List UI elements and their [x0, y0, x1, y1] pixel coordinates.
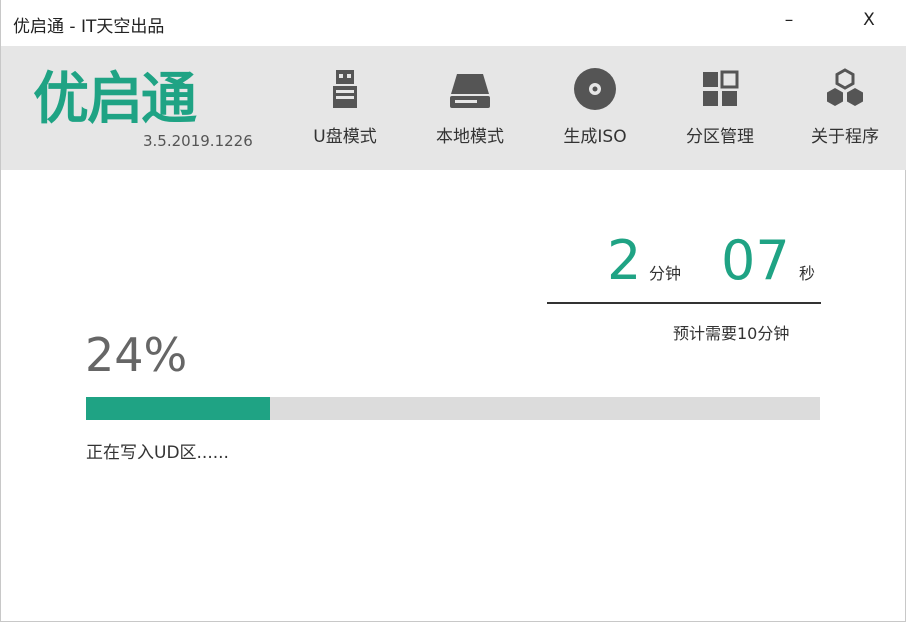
minutes-value: 2 — [607, 229, 642, 292]
window-title: 优启通 - IT天空出品 — [13, 17, 165, 37]
partition-grid-icon — [697, 66, 743, 112]
progress-bar — [86, 397, 820, 420]
nav-about-label: 关于程序 — [811, 127, 879, 147]
nav-partition-manager[interactable]: 分区管理 — [665, 56, 775, 160]
version-label: 3.5.2019.1226 — [143, 132, 253, 150]
status-text: 正在写入UD区...... — [86, 443, 229, 463]
hexagon-cluster-icon — [822, 66, 868, 112]
minimize-button[interactable]: – — [769, 10, 809, 36]
remaining-time: 2 分钟 07 秒 — [547, 226, 821, 304]
hard-drive-icon — [447, 66, 493, 112]
nav-partition-manager-label: 分区管理 — [686, 127, 754, 147]
nav-local-mode[interactable]: 本地模式 — [415, 56, 525, 160]
nav-usb-mode[interactable]: U盘模式 — [290, 56, 400, 160]
nav-about[interactable]: 关于程序 — [790, 56, 900, 160]
seconds-unit: 秒 — [799, 264, 816, 283]
toolbar: 优启通 3.5.2019.1226 U盘模式 本地模式 生成ISO 分区管理 关… — [1, 46, 906, 170]
progress-percent: 24% — [85, 328, 188, 382]
estimate-text: 预计需要10分钟 — [673, 324, 790, 343]
minutes-unit: 分钟 — [649, 264, 682, 283]
nav-usb-mode-label: U盘模式 — [313, 127, 377, 147]
title-bar: 优启通 - IT天空出品 – X — [1, 0, 906, 46]
usb-drive-icon — [322, 66, 368, 112]
nav-make-iso[interactable]: 生成ISO — [540, 56, 650, 160]
nav-local-mode-label: 本地模式 — [436, 127, 504, 147]
app-logo: 优启通 — [33, 67, 197, 132]
close-button[interactable]: X — [849, 10, 889, 36]
progress-fill — [86, 397, 270, 420]
disc-icon — [572, 66, 618, 112]
app-window: 优启通 - IT天空出品 – X 优启通 3.5.2019.1226 U盘模式 — [0, 0, 906, 622]
seconds-value: 07 — [721, 229, 790, 292]
nav-make-iso-label: 生成ISO — [563, 127, 627, 147]
